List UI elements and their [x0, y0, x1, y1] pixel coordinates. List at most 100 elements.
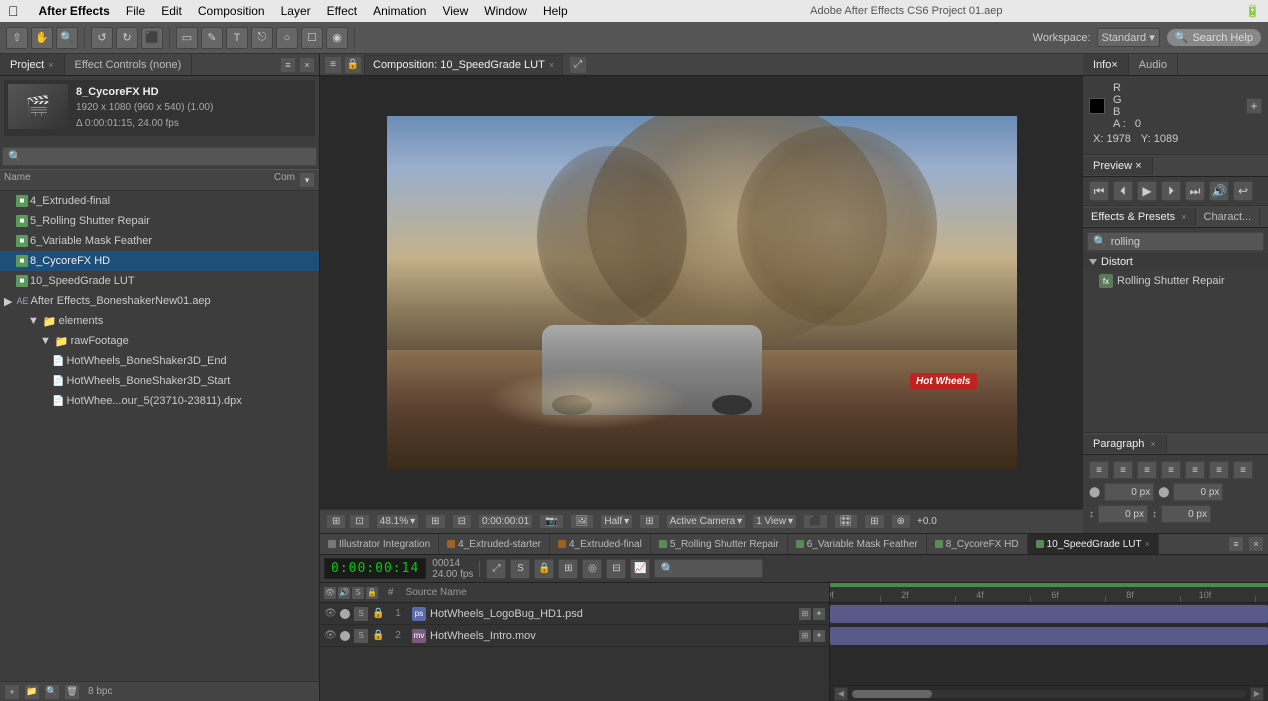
layer-item[interactable]: ■ 10_SpeedGrade LUT: [0, 271, 319, 291]
viewer-expand-btn[interactable]: ⤢: [569, 56, 587, 74]
timecode-display[interactable]: 0:00:00:01: [478, 514, 533, 529]
layer-item[interactable]: ▶ AE After Effects_BoneshakerNew01.aep: [0, 291, 319, 311]
tab-illustrator-integration[interactable]: Illustrator Integration: [320, 533, 439, 555]
apple-logo[interactable]: : [8, 3, 19, 19]
visibility-1[interactable]: 👁: [324, 608, 336, 619]
justify-right-btn[interactable]: ≡: [1209, 461, 1229, 479]
select-tool[interactable]: ⇧: [6, 27, 28, 49]
tl-layer-row-1[interactable]: 👁 S 🔒 1 ps HotWheels_LogoBug_HD1.psd ⊞ ✦: [320, 603, 829, 625]
tab-preview[interactable]: Preview ×: [1083, 157, 1153, 175]
last-frame-btn[interactable]: ⏭: [1185, 181, 1205, 201]
scroll-right-btn[interactable]: ▶: [1250, 687, 1264, 701]
scroll-track[interactable]: [852, 690, 1246, 698]
brush-tool[interactable]: ⎋: [251, 27, 273, 49]
track-clip-1[interactable]: [830, 605, 1268, 623]
panel-menu-btn[interactable]: ≡: [280, 57, 296, 73]
tab-8-cycoreFX[interactable]: 8_CycoreFX HD: [927, 533, 1028, 555]
space-before-input[interactable]: [1098, 505, 1148, 523]
delete-btn[interactable]: 🗑: [64, 684, 80, 700]
track-clip-2[interactable]: [830, 627, 1268, 645]
close-effects-tab[interactable]: ×: [1181, 212, 1186, 222]
undo-btn[interactable]: ↺: [91, 27, 113, 49]
tab-info[interactable]: Info ×: [1083, 54, 1129, 75]
layer-item[interactable]: 📄 HotWheels_BoneShaker3D_End: [0, 351, 319, 371]
tab-4-extruded-final[interactable]: 4_Extruded-final: [550, 533, 651, 555]
timeline-search-input[interactable]: [677, 563, 757, 575]
prev-frame-btn[interactable]: ⏴: [1113, 181, 1133, 201]
pen-tool[interactable]: ✎: [201, 27, 223, 49]
menu-layer[interactable]: Layer: [281, 4, 311, 18]
project-search[interactable]: 🔍: [2, 147, 317, 166]
render-output-btn[interactable]: ⬛: [803, 514, 827, 529]
redo-btn[interactable]: ↻: [116, 27, 138, 49]
shape-tool[interactable]: ▭: [176, 27, 198, 49]
menu-view[interactable]: View: [442, 4, 468, 18]
tab-audio[interactable]: Audio: [1129, 54, 1178, 75]
indent-right-input[interactable]: [1173, 483, 1223, 501]
close-preview-tab[interactable]: ×: [1135, 160, 1141, 172]
menu-composition[interactable]: Composition: [198, 4, 265, 18]
layer-item-selected[interactable]: ■ 8_CycoreFX HD: [0, 251, 319, 271]
search-btn[interactable]: 🔍: [44, 684, 60, 700]
tl-layer-row-2[interactable]: 👁 S 🔒 2 mv HotWheels_Intro.mov ⊞ ✦: [320, 625, 829, 647]
tab-10-speedgrade[interactable]: 10_SpeedGrade LUT ×: [1028, 533, 1159, 555]
first-frame-btn[interactable]: ⏮: [1089, 181, 1109, 201]
menu-edit[interactable]: Edit: [161, 4, 182, 18]
space-after-input[interactable]: [1161, 505, 1211, 523]
timeline-frame-blending-btn[interactable]: ⊟: [606, 559, 626, 579]
timeline-menu-btn[interactable]: ≡: [1228, 536, 1244, 552]
indent-left-input[interactable]: [1104, 483, 1154, 501]
snapshot-btn[interactable]: 📷: [539, 514, 563, 529]
justify-btn[interactable]: ≡: [1161, 461, 1181, 479]
justify-center-btn[interactable]: ≡: [1185, 461, 1205, 479]
viewer-panel-menu[interactable]: ≡: [324, 56, 342, 74]
tab-effects-presets[interactable]: Effects & Presets ×: [1083, 208, 1196, 226]
layer-item[interactable]: 📄 HotWheels_BoneShaker3D_Start: [0, 371, 319, 391]
effects-search[interactable]: 🔍: [1087, 232, 1264, 251]
show-snapshot-btn[interactable]: 🖼: [570, 514, 595, 529]
solo-1[interactable]: S: [354, 607, 368, 621]
workspace-dropdown[interactable]: Standard ▾: [1097, 28, 1160, 47]
hand-tool[interactable]: ✋: [31, 27, 53, 49]
tab-paragraph[interactable]: Paragraph ×: [1083, 435, 1167, 453]
align-right-btn[interactable]: ≡: [1137, 461, 1157, 479]
tab-effect-controls[interactable]: Effect Controls (none): [65, 54, 193, 75]
tab-5-rolling-shutter[interactable]: 5_Rolling Shutter Repair: [651, 533, 788, 555]
menu-effect[interactable]: Effect: [327, 4, 357, 18]
layer-item[interactable]: ▼ 📁 rawFootage: [0, 331, 319, 351]
quality-dropdown[interactable]: Half ▾: [600, 514, 633, 529]
search-help-box[interactable]: 🔍 Search Help: [1166, 28, 1262, 47]
audio-1[interactable]: [340, 609, 350, 619]
render-btn[interactable]: ⬛: [141, 27, 163, 49]
layer-item[interactable]: ▼ 📁 elements: [0, 311, 319, 331]
reset-exposure-btn[interactable]: ⊕: [891, 514, 911, 529]
timeline-snap-btn[interactable]: ⊞: [558, 559, 578, 579]
scroll-thumb[interactable]: [852, 690, 932, 698]
layer-item[interactable]: ■ 6_Variable Mask Feather: [0, 231, 319, 251]
zoom-dropdown[interactable]: 48.1% ▾: [376, 514, 419, 529]
grid-btn[interactable]: ⊞: [639, 514, 659, 529]
menu-animation[interactable]: Animation: [373, 4, 426, 18]
fit-btn[interactable]: ⊞: [425, 514, 445, 529]
timeline-search[interactable]: 🔍: [654, 559, 763, 578]
next-frame-btn[interactable]: ⏵: [1161, 181, 1181, 201]
solo-2[interactable]: S: [354, 629, 368, 643]
align-left-btn[interactable]: ≡: [1089, 461, 1109, 479]
scroll-left-btn[interactable]: ◀: [834, 687, 848, 701]
layer-item[interactable]: ■ 5_Rolling Shutter Repair: [0, 211, 319, 231]
timeline-solo-btn[interactable]: S: [510, 559, 530, 579]
layer-item[interactable]: 📄 HotWhee...our_5(23710-23811).dpx: [0, 391, 319, 411]
timeline-expand-btn[interactable]: ⤢: [486, 559, 506, 579]
timeline-close-btn[interactable]: ×: [1248, 536, 1264, 552]
layer-item[interactable]: ■ 4_Extruded-final: [0, 191, 319, 211]
comp-tab[interactable]: Composition: 10_SpeedGrade LUT ×: [364, 55, 563, 75]
tab-6-variable-mask[interactable]: 6_Variable Mask Feather: [788, 533, 927, 555]
menu-window[interactable]: Window: [484, 4, 527, 18]
menu-file[interactable]: File: [126, 4, 145, 18]
tab-character[interactable]: Charact...: [1196, 208, 1261, 226]
timeline-motion-blur-btn[interactable]: ◎: [582, 559, 602, 579]
sort-btn[interactable]: ▾: [299, 172, 315, 188]
zoom-tool[interactable]: 🔍: [56, 27, 78, 49]
close-info-tab[interactable]: ×: [1111, 59, 1117, 71]
effect-rolling-shutter[interactable]: fx Rolling Shutter Repair: [1083, 271, 1268, 291]
